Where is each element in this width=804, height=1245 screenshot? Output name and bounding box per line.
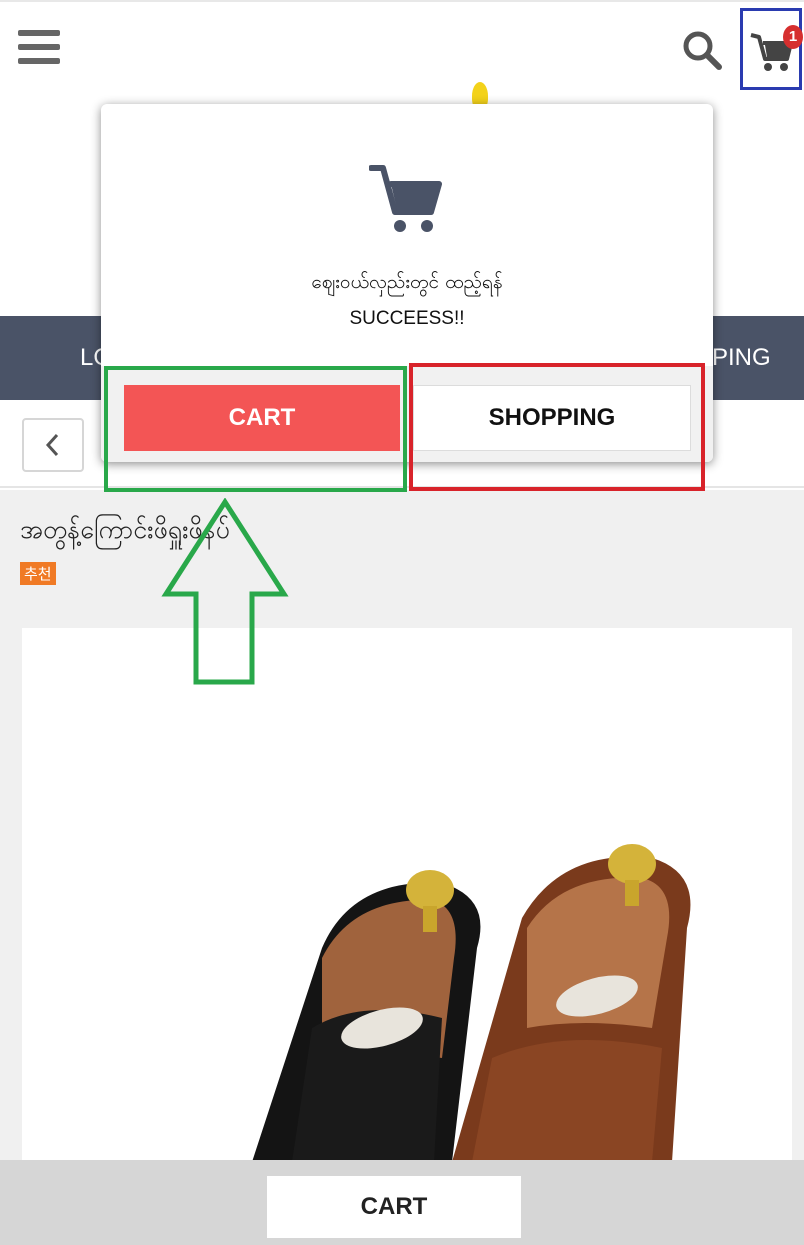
chevron-left-icon	[45, 433, 59, 457]
black-shoe	[252, 870, 481, 1162]
up-arrow-annotation	[161, 498, 289, 685]
brown-shoe	[452, 844, 691, 1162]
bottom-bar: CART	[0, 1160, 804, 1245]
cart-count-badge: 1	[783, 25, 803, 49]
top-bar: 1	[0, 0, 804, 90]
back-button[interactable]	[22, 418, 84, 472]
shopping-highlight-box	[409, 363, 705, 491]
product-content: အတွန့်ကြောင်းဖိရှူးဖိနပ် 추천	[0, 490, 804, 1162]
recommend-badge: 추천	[20, 562, 56, 585]
search-icon[interactable]	[680, 28, 724, 72]
add-to-cart-button[interactable]: CART	[267, 1176, 521, 1238]
nav-item-right[interactable]: PING	[712, 344, 771, 372]
cart-button[interactable]: 1	[740, 8, 803, 90]
cart-highlight-box	[104, 366, 407, 492]
product-image	[22, 628, 792, 1162]
dialog-message: ဈေးဝယ်လှည်းတွင် ထည့်ရန်	[311, 271, 503, 293]
cart-icon	[369, 165, 442, 232]
dialog-status: SUCCEESS!!	[349, 308, 465, 329]
hamburger-menu-icon[interactable]	[18, 30, 60, 64]
